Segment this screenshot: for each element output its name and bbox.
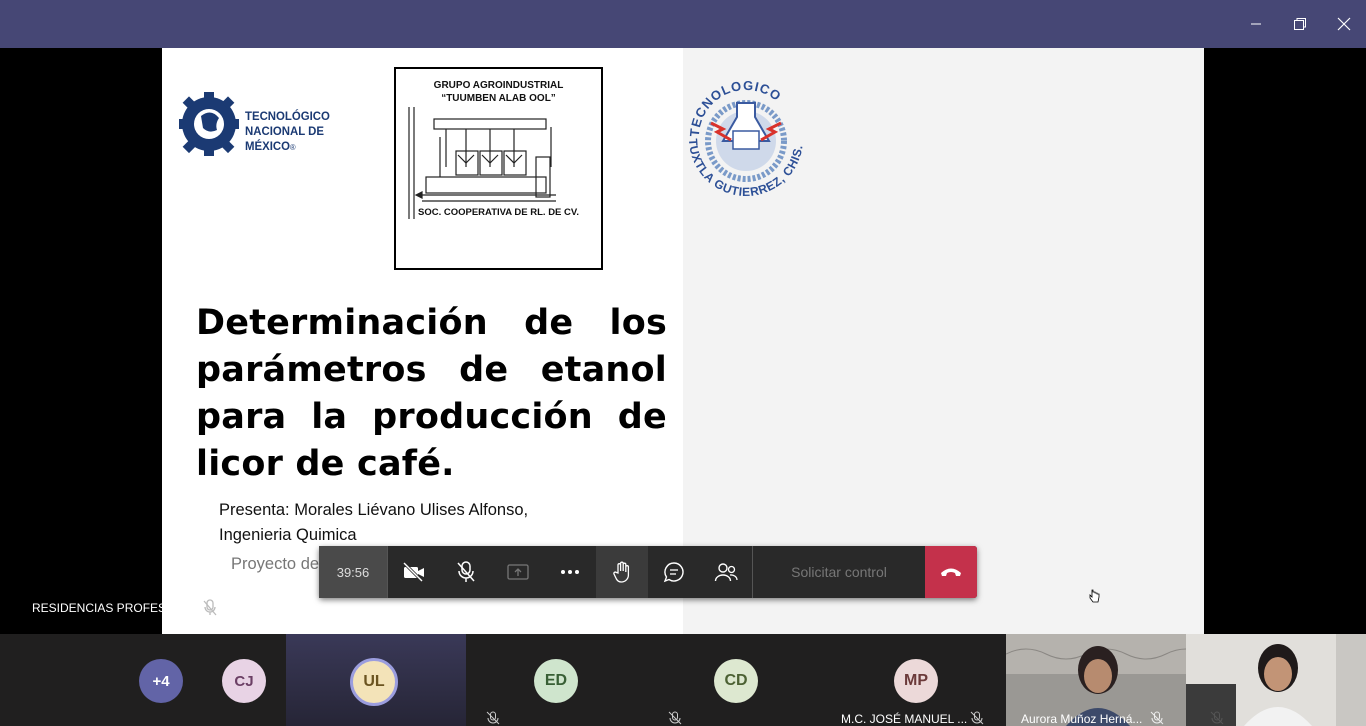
avatar: CD <box>714 659 758 703</box>
participant-name: Aurora Muñoz Herná... <box>1021 712 1143 726</box>
mic-off-icon <box>457 561 475 582</box>
presenter-line2: Ingenieria Quimica <box>219 526 357 544</box>
slide-title: Determinación de los parámetros de etano… <box>196 303 667 484</box>
tecnm-name-line1: TECNOLÓGICO <box>245 109 330 123</box>
mic-off-icon <box>970 711 984 725</box>
title-bar <box>0 0 1366 48</box>
chat-bubble-icon <box>663 562 684 583</box>
more-actions-button[interactable] <box>547 546 593 598</box>
participant-tile[interactable]: CD <box>646 634 826 726</box>
mic-off-icon <box>668 711 682 725</box>
mic-off-icon <box>486 711 500 725</box>
chat-button[interactable] <box>651 546 697 598</box>
participant-video-tile[interactable]: Aurora Muñoz Herná... <box>1006 634 1186 726</box>
tecnm-name-line2: NACIONAL DE MÉXICO® <box>245 124 324 153</box>
mic-off-icon <box>203 599 217 616</box>
close-icon <box>1337 17 1351 31</box>
mute-toggle-button[interactable] <box>443 546 489 598</box>
minimize-button[interactable] <box>1234 0 1278 48</box>
participant-name: M.C. JOSÉ MANUEL ... <box>841 712 968 726</box>
avatar: UL <box>350 658 398 706</box>
share-screen-button[interactable] <box>495 546 541 598</box>
restore-icon <box>1294 18 1306 30</box>
avatar: ED <box>534 659 578 703</box>
hang-up-icon <box>941 568 961 576</box>
participant-gallery: +4 CJ UL ED CD MP M.C. JOSÉ MANUEL ... A… <box>0 634 1366 726</box>
mic-off-icon <box>1210 711 1224 725</box>
company-name-line2: “TUUMBEN ALAB OOL” <box>441 93 556 104</box>
close-button[interactable] <box>1322 0 1366 48</box>
share-tray-icon <box>507 564 529 580</box>
raise-hand-icon <box>613 561 630 583</box>
participant-tile[interactable]: ED <box>466 634 646 726</box>
participants-icon <box>714 563 738 582</box>
divider <box>387 546 388 598</box>
request-control-button[interactable]: Solicitar control <box>753 546 925 598</box>
avatar[interactable]: CJ <box>222 659 266 703</box>
minimize-icon <box>1251 23 1261 25</box>
tecnm-logo: TECNOLÓGICO NACIONAL DE MÉXICO® <box>179 82 379 168</box>
hang-up-button[interactable] <box>925 546 977 598</box>
more-dots-icon <box>561 570 579 574</box>
meeting-control-bar: 39:56 Solicitar control <box>319 546 977 598</box>
camera-toggle-button[interactable] <box>391 546 437 598</box>
raise-hand-button[interactable] <box>596 546 648 598</box>
company-logo-box: GRUPO AGROINDUSTRIAL “TUUMBEN ALAB OOL” … <box>394 67 603 270</box>
tecnm-gear-emblem <box>179 92 239 156</box>
company-name-line1: GRUPO AGROINDUSTRIAL <box>433 80 564 91</box>
participants-button[interactable] <box>703 546 749 598</box>
participant-tile[interactable]: MP M.C. JOSÉ MANUEL ... <box>826 634 1006 726</box>
participant-video-tile[interactable] <box>1186 634 1366 726</box>
tecnm-name: TECNOLÓGICO NACIONAL DE MÉXICO® <box>245 109 372 155</box>
sharing-participant-label: RESIDENCIAS PROFESIONALES <box>32 601 219 615</box>
presenter-line1: Presenta: Morales Liévano Ulises Alfonso… <box>219 501 529 519</box>
presenter-info: Presenta: Morales Liévano Ulises Alfonso… <box>219 498 528 548</box>
hand-cursor-icon <box>1089 589 1100 603</box>
overflow-participants-badge[interactable]: +4 <box>139 659 183 703</box>
company-legal-form: SOC. COOPERATIVA DE RL. DE CV. <box>418 207 579 218</box>
ittg-logo: TECNOLOGICO TUXTLA GUTIERREZ, CHIS. <box>681 75 811 203</box>
participant-tile-active[interactable]: UL <box>286 634 466 726</box>
overflow-tile: +4 CJ <box>0 634 286 726</box>
mic-off-icon <box>1150 711 1164 725</box>
avatar: MP <box>894 659 938 703</box>
company-name: GRUPO AGROINDUSTRIAL “TUUMBEN ALAB OOL” <box>396 79 601 105</box>
restore-button[interactable] <box>1278 0 1322 48</box>
camera-off-icon <box>402 562 424 582</box>
call-timer: 39:56 <box>319 546 387 598</box>
